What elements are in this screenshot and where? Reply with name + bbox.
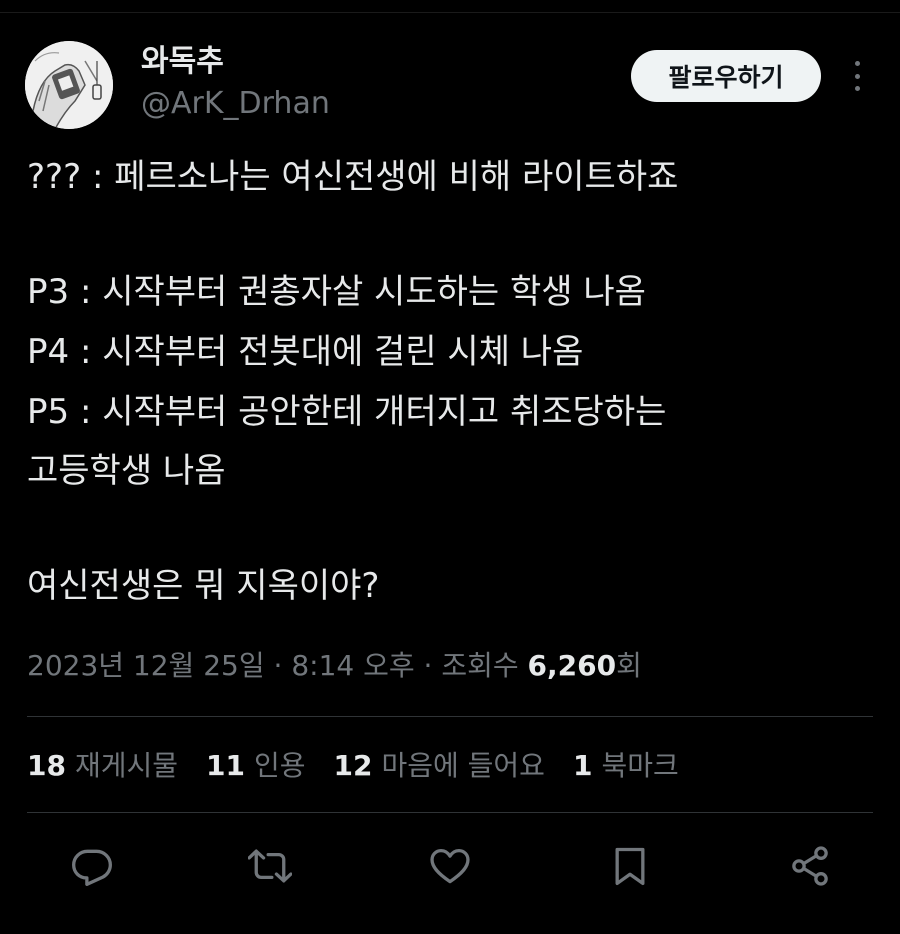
stat-bookmarks[interactable]: 1 북마크 — [573, 748, 679, 784]
tweet-meta: 2023년 12월 25일 · 8:14 오후 · 조회수 6,260회 — [27, 648, 642, 684]
avatar-illustration — [25, 41, 113, 129]
reply-icon — [72, 849, 112, 886]
stat-label: 재게시물 — [74, 749, 179, 782]
bookmark-button[interactable] — [606, 842, 654, 890]
more-dot — [854, 86, 860, 91]
meta-separator: · — [423, 649, 433, 682]
like-button[interactable] — [426, 842, 474, 890]
repost-icon — [248, 849, 292, 883]
tweet-time[interactable]: 8:14 오후 — [291, 649, 414, 682]
stat-count: 12 — [333, 749, 373, 782]
divider — [27, 716, 873, 717]
top-divider — [0, 12, 900, 13]
stat-count: 11 — [206, 749, 245, 782]
stat-reposts[interactable]: 18 재게시물 — [27, 748, 178, 784]
engagement-stats: 18 재게시물 11 인용 12 마음에 들어요 1 북마크 — [27, 748, 707, 784]
avatar[interactable] — [25, 41, 113, 129]
more-dot — [854, 73, 860, 79]
divider — [27, 812, 873, 813]
tweet-text-line: P4 : 시작부터 전봇대에 걸린 시체 나옴 — [27, 332, 584, 372]
bookmark-icon — [615, 847, 645, 886]
views-count: 6,260 — [527, 649, 617, 682]
meta-separator: · — [273, 649, 283, 682]
like-icon — [430, 848, 470, 884]
tweet-text-line: 여신전생은 뭐 지옥이야? — [27, 566, 380, 606]
reply-button[interactable] — [68, 842, 116, 890]
stat-quotes[interactable]: 11 인용 — [206, 748, 306, 784]
share-icon — [792, 846, 828, 886]
tweet-text-line: ??? : 페르소나는 여신전생에 비해 라이트하죠 — [27, 157, 679, 197]
author-display-name[interactable]: 와독추 — [141, 44, 224, 80]
stat-label: 북마크 — [601, 749, 679, 782]
tweet-date[interactable]: 2023년 12월 25일 — [27, 649, 265, 682]
stat-count: 18 — [27, 749, 66, 782]
tweet-text-line: P5 : 시작부터 공안한테 개터지고 취조당하는 — [27, 392, 667, 432]
views-label: 조회수 — [441, 649, 519, 682]
follow-button[interactable]: 팔로우하기 — [631, 50, 821, 102]
stat-count: 1 — [572, 749, 593, 782]
stat-likes[interactable]: 12 마음에 들어요 — [334, 748, 545, 784]
share-button[interactable] — [786, 842, 834, 890]
repost-button[interactable] — [246, 842, 294, 890]
more-options-icon[interactable] — [842, 58, 872, 94]
tweet-text-line: P3 : 시작부터 권총자살 시도하는 학생 나옴 — [27, 272, 646, 312]
stat-label: 인용 — [253, 749, 306, 782]
more-dot — [854, 61, 860, 66]
views-suffix: 회 — [616, 649, 642, 682]
stat-label: 마음에 들어요 — [381, 749, 545, 782]
tweet-detail: 와독추 @ArK_Drhan 팔로우하기 ??? : 페르소나는 여신전생에 비… — [0, 0, 900, 934]
tweet-text-line: 고등학생 나옴 — [27, 451, 226, 491]
author-handle[interactable]: @ArK_Drhan — [141, 86, 330, 122]
